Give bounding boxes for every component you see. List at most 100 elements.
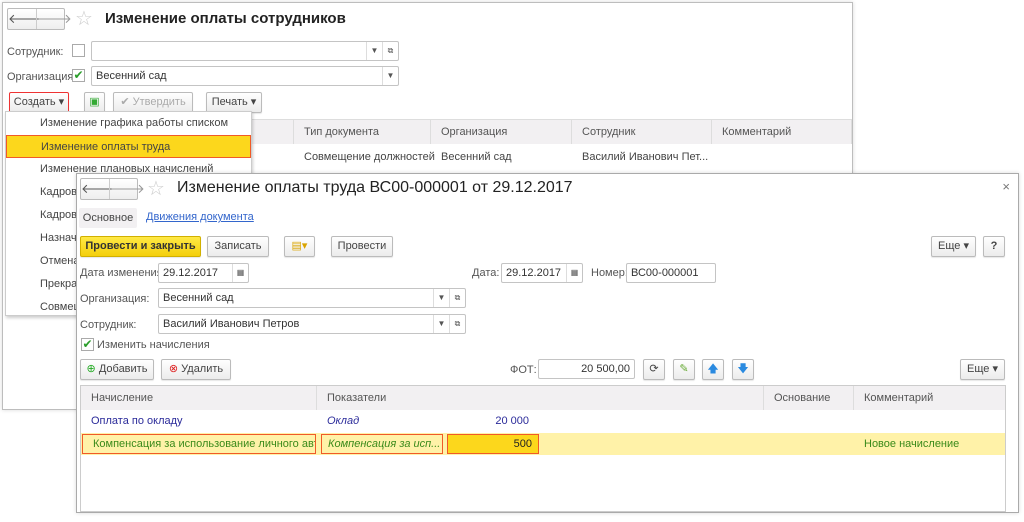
table-row[interactable]: Оплата по окладу Оклад 20 000 bbox=[81, 410, 1005, 432]
fot-field[interactable]: 20 500,00 bbox=[538, 359, 635, 379]
back-icon[interactable]: 🡐 bbox=[81, 179, 116, 199]
col-comment[interactable]: Комментарий bbox=[854, 386, 1005, 410]
open-icon[interactable]: ⧉ bbox=[382, 42, 398, 60]
employee-value: Василий Иванович Петров bbox=[163, 318, 300, 330]
cell-org: Весенний сад bbox=[441, 151, 512, 163]
nav-buttons: 🡐 🡒 bbox=[7, 8, 72, 30]
change-accruals-label: Изменить начисления bbox=[97, 339, 210, 351]
favorite-star-icon[interactable]: ☆ bbox=[147, 176, 165, 201]
employee-label: Сотрудник: bbox=[7, 46, 64, 58]
create-based-button[interactable]: ▤▾ bbox=[284, 236, 315, 257]
tab-main[interactable]: Основное bbox=[79, 208, 137, 228]
approve-button[interactable]: ✔ Утвердить bbox=[113, 92, 193, 113]
org-field[interactable]: Весенний сад ▼ ⧉ bbox=[158, 288, 466, 308]
plus-icon: ⊕ bbox=[86, 363, 96, 375]
move-up-button[interactable]: 🡅 bbox=[702, 359, 724, 380]
date-change-field[interactable]: 29.12.2017 ▦ bbox=[158, 263, 249, 283]
cell-indicator: Оклад bbox=[327, 415, 360, 427]
cell-value-editing[interactable]: 500 bbox=[447, 434, 539, 454]
date-field[interactable]: 29.12.2017 ▦ bbox=[501, 263, 583, 283]
delete-label: Удалить bbox=[181, 363, 224, 375]
cell-indicator[interactable]: Компенсация за исп... bbox=[321, 434, 443, 454]
post-and-close-button[interactable]: Провести и закрыть bbox=[80, 236, 201, 257]
employee-label: Сотрудник: bbox=[80, 319, 137, 331]
col-accrual[interactable]: Начисление bbox=[81, 386, 317, 410]
org-value: Весенний сад bbox=[163, 292, 234, 304]
pencil-icon: ✎ bbox=[679, 363, 689, 375]
fot-label: ФОТ: bbox=[510, 364, 537, 376]
more-label: Еще bbox=[938, 240, 961, 252]
create-button[interactable]: Создать ▾ bbox=[9, 92, 69, 113]
date-value: 29.12.2017 bbox=[506, 267, 562, 279]
calendar-icon[interactable]: ▦ bbox=[566, 264, 582, 282]
number-label: Номер: bbox=[591, 267, 628, 279]
date-change-value: 29.12.2017 bbox=[163, 267, 219, 279]
open-icon[interactable]: ⧉ bbox=[449, 315, 465, 333]
date-label: Дата: bbox=[472, 267, 500, 279]
more-label: Еще bbox=[967, 363, 990, 375]
create-label: Создать bbox=[13, 96, 56, 108]
edit-button[interactable]: ✎ bbox=[673, 359, 695, 380]
copy-doc-button[interactable]: ▣ bbox=[84, 92, 105, 113]
change-accruals-checkbox[interactable]: ✔ bbox=[81, 338, 94, 351]
forward-icon[interactable]: 🡒 bbox=[109, 179, 145, 199]
close-icon[interactable]: × bbox=[1002, 179, 1010, 194]
tab-movements[interactable]: Движения документа bbox=[146, 211, 254, 223]
employee-field[interactable]: ▼ ⧉ bbox=[91, 41, 399, 61]
open-icon[interactable]: ⧉ bbox=[449, 289, 465, 307]
org-field[interactable]: Весенний сад ▼ bbox=[91, 66, 399, 86]
col-doc-type[interactable]: Тип документа bbox=[294, 120, 431, 144]
col-basis[interactable]: Основание bbox=[764, 386, 854, 410]
add-button[interactable]: ⊕ Добавить bbox=[80, 359, 154, 380]
favorite-star-icon[interactable]: ☆ bbox=[75, 6, 93, 31]
menu-item-selected[interactable]: Изменение оплаты труда bbox=[6, 135, 251, 158]
documents-table: Тип документа Организация Сотрудник Комм… bbox=[251, 119, 852, 179]
nav-buttons: 🡐 🡒 bbox=[80, 178, 145, 200]
chevron-down-icon[interactable]: ▼ bbox=[433, 315, 449, 333]
cell-accrual: Оплата по окладу bbox=[91, 415, 183, 427]
more-button[interactable]: Еще ▾ bbox=[931, 236, 976, 257]
number-field[interactable]: ВС00-000001 bbox=[626, 263, 716, 283]
cell-employee: Василий Иванович Пет... bbox=[582, 151, 709, 163]
chevron-down-icon[interactable]: ▼ bbox=[433, 289, 449, 307]
col-org[interactable]: Организация bbox=[431, 120, 572, 144]
approve-label: Утвердить bbox=[132, 96, 186, 108]
arrow-up-icon: 🡅 bbox=[707, 363, 719, 375]
post-button[interactable]: Провести bbox=[331, 236, 393, 257]
print-button[interactable]: Печать ▾ bbox=[206, 92, 262, 113]
delete-button[interactable]: ⊗ Удалить bbox=[161, 359, 231, 380]
table-header bbox=[251, 120, 294, 144]
menu-item[interactable]: Изменение графика работы списком bbox=[6, 112, 251, 135]
chevron-down-icon[interactable]: ▼ bbox=[366, 42, 382, 60]
document-title: Изменение оплаты труда ВС00-000001 от 29… bbox=[177, 179, 573, 196]
col-indicators[interactable]: Показатели bbox=[317, 386, 764, 410]
org-value: Весенний сад bbox=[96, 70, 167, 82]
employee-field[interactable]: Василий Иванович Петров ▼ ⧉ bbox=[158, 314, 466, 334]
page-title: Изменение оплаты сотрудников bbox=[105, 10, 346, 27]
print-label: Печать bbox=[211, 96, 248, 108]
employee-checkbox[interactable] bbox=[72, 44, 85, 57]
refresh-button[interactable]: ⟳ bbox=[643, 359, 665, 380]
table-row-selected[interactable]: Компенсация за использование личного авт… bbox=[81, 433, 1005, 455]
move-down-button[interactable]: 🡇 bbox=[732, 359, 754, 380]
calendar-icon[interactable]: ▦ bbox=[232, 264, 248, 282]
org-label: Организация: bbox=[80, 293, 150, 305]
help-button[interactable]: ? bbox=[983, 236, 1005, 257]
cell-doc-type: Совмещение должностей bbox=[304, 151, 435, 163]
cell-comment: Новое начисление bbox=[864, 438, 960, 450]
accruals-table: Начисление Показатели Основание Коммента… bbox=[80, 385, 1006, 512]
org-checkbox[interactable]: ✔ bbox=[72, 69, 85, 82]
save-button[interactable]: Записать bbox=[207, 236, 269, 257]
add-label: Добавить bbox=[98, 363, 148, 375]
forward-icon[interactable]: 🡒 bbox=[36, 9, 72, 29]
date-change-label: Дата изменения: bbox=[80, 267, 166, 279]
cell-accrual[interactable]: Компенсация за использование личного авт… bbox=[82, 434, 316, 454]
col-comment[interactable]: Комментарий bbox=[712, 120, 852, 144]
chevron-down-icon[interactable]: ▼ bbox=[382, 67, 398, 85]
org-label: Организация: bbox=[7, 71, 77, 83]
table-more-button[interactable]: Еще ▾ bbox=[960, 359, 1005, 380]
col-employee[interactable]: Сотрудник bbox=[572, 120, 712, 144]
cell-value: 20 000 bbox=[495, 415, 529, 427]
back-icon[interactable]: 🡐 bbox=[8, 9, 43, 29]
document-window: 🡐 🡒 ☆ Изменение оплаты труда ВС00-000001 … bbox=[76, 173, 1019, 513]
